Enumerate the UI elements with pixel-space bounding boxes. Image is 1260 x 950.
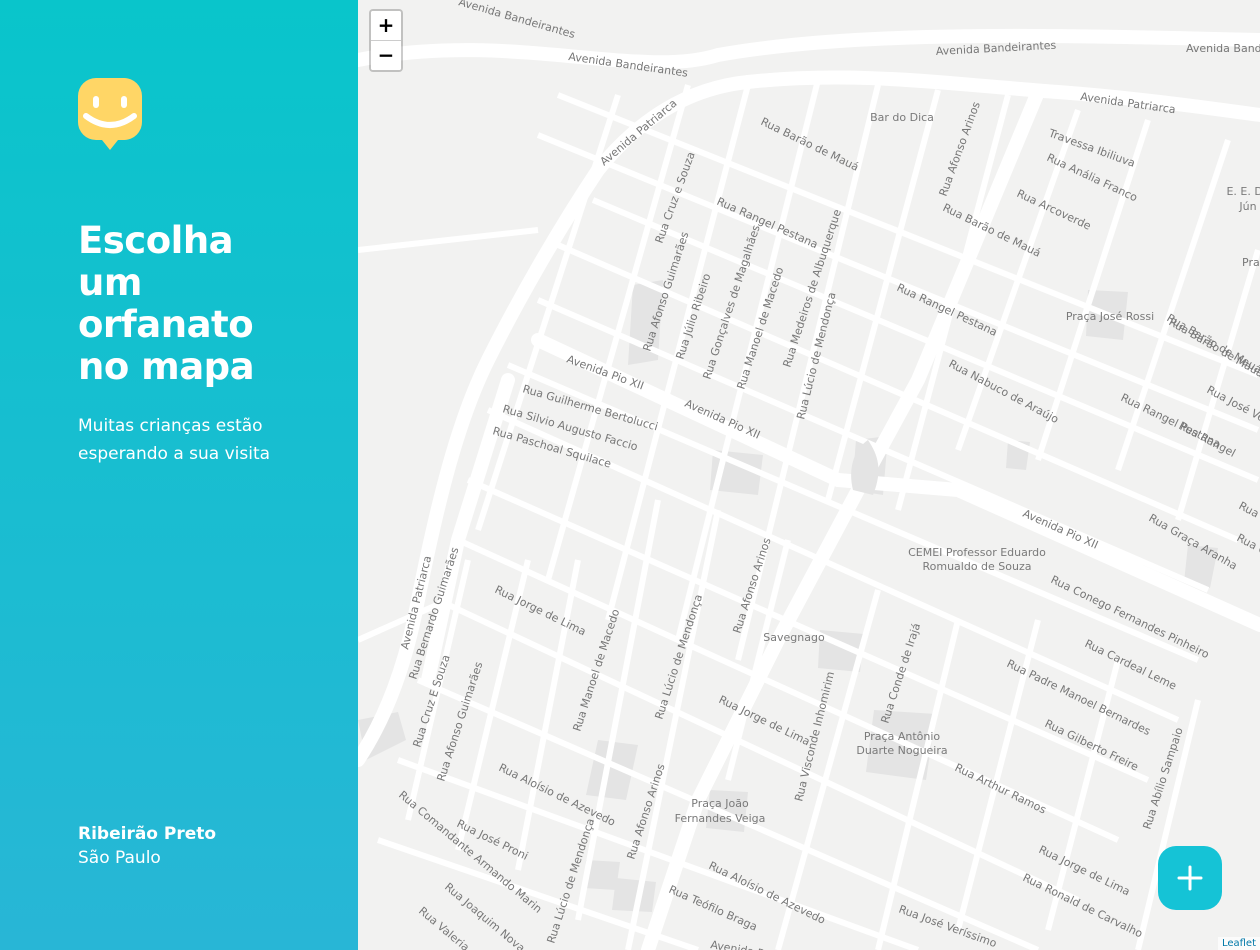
street-label: Rua Afonso Arinos — [937, 100, 983, 198]
street-label: Avenida Bandeirantes — [457, 0, 577, 41]
place-label: Romualdo de Souza — [922, 560, 1031, 573]
street-label: Rua Barão de Mauá — [1167, 315, 1260, 380]
place-label: Praça Antônio — [864, 730, 941, 743]
place-label: CEMEI Professor Eduardo — [908, 546, 1046, 559]
street-label: Rua Ronald de Carvalho — [1021, 871, 1145, 941]
street-label: Rua Rangel Pestana — [715, 195, 820, 251]
state-name: São Paulo — [78, 848, 161, 868]
place-label: Duarte Nogueira — [856, 744, 947, 757]
page-subtitle: Muitas crianças estão esperando a sua vi… — [78, 416, 271, 464]
add-orphanage-button[interactable] — [1158, 846, 1222, 910]
street-label: Rua Gra — [1235, 531, 1260, 563]
place-label: Bar do Dica — [870, 111, 934, 124]
place-label: Savegnago — [763, 631, 825, 644]
city-name: Ribeirão Preto — [78, 824, 217, 844]
map[interactable]: Avenida Bandeirantes Avenida Bandeirante… — [358, 0, 1260, 950]
page-title: Escolha um orfanato no mapa — [78, 219, 255, 388]
zoom-out-button[interactable]: − — [371, 41, 401, 70]
street-label: Rua Teófilo Braga — [667, 883, 759, 934]
street-label: Rua Valeria — [416, 904, 472, 950]
zoom-control: + − — [369, 9, 403, 72]
street-label: Avenida Bandeirantes — [1186, 42, 1260, 55]
sidebar: Escolha um orfanato no mapa Muitas crian… — [0, 0, 358, 950]
place-label: Praça João — [691, 797, 749, 810]
place-label: Fernandes Veiga — [675, 812, 766, 825]
zoom-in-button[interactable]: + — [371, 11, 401, 41]
street-label: Pra — [1242, 256, 1260, 269]
minor-streets — [358, 79, 1260, 950]
place-label: E. E. Do — [1226, 185, 1260, 198]
street-label: Rua Arcoverde — [1015, 187, 1093, 233]
place-label: Praça José Rossi — [1066, 310, 1154, 323]
street-label: Rua M — [1237, 499, 1260, 526]
smiley-pin-icon — [78, 78, 142, 150]
place-label: Jún — [1238, 200, 1256, 213]
street-label: Rua Conde de Irajá — [878, 621, 923, 724]
street-label: Avenida Patriarca — [709, 938, 806, 950]
map-tiles[interactable]: Avenida Bandeirantes Avenida Bandeirante… — [358, 0, 1260, 950]
map-attribution-link[interactable]: Leaflet — [1217, 937, 1260, 950]
plus-icon — [1177, 865, 1203, 891]
